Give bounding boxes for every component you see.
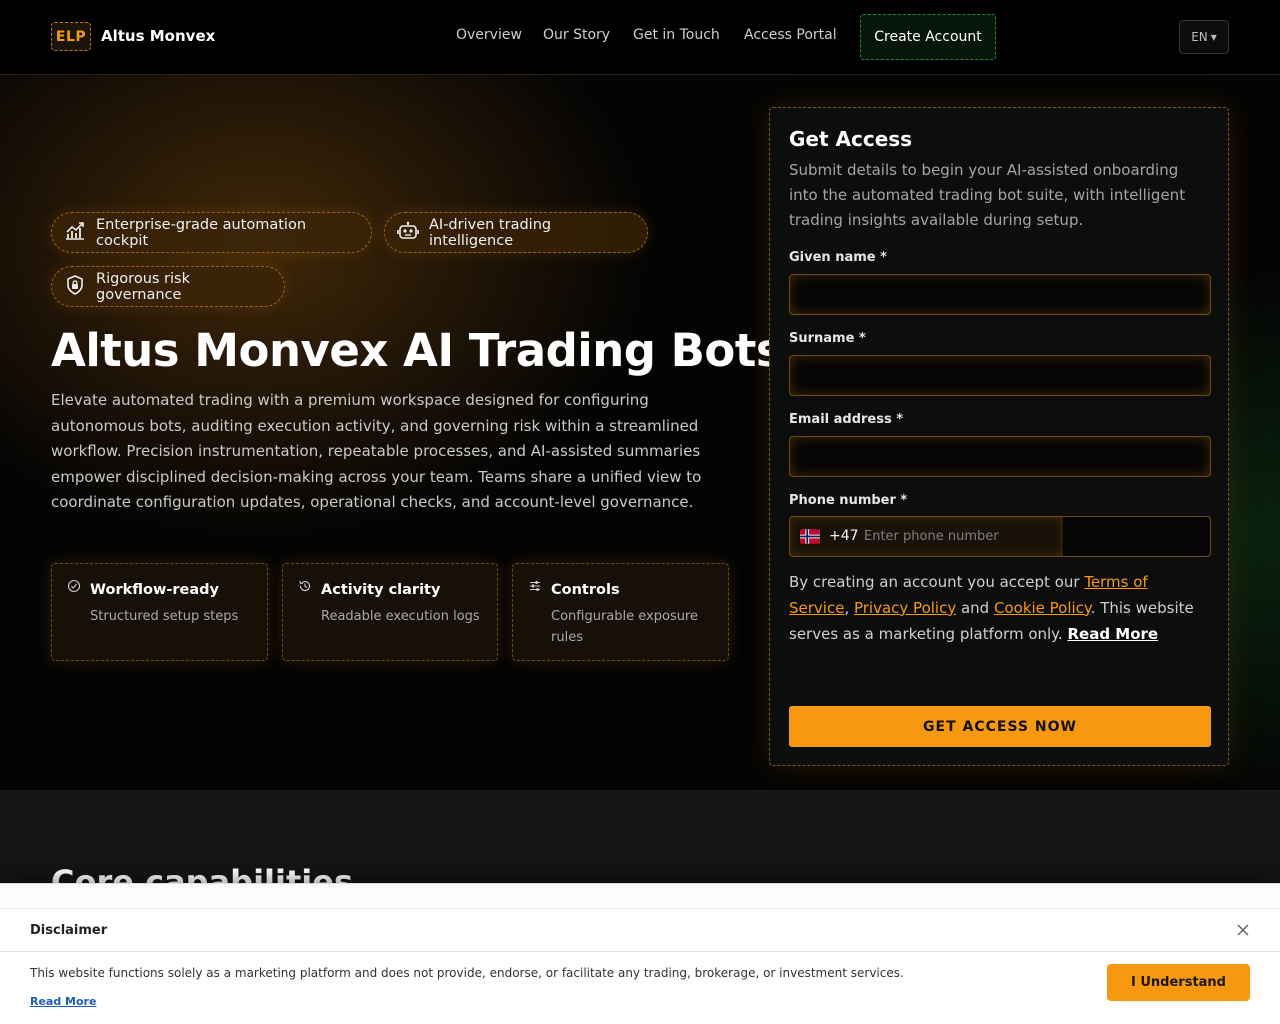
site-header: ELP Altus Monvex Overview Our Story Get … <box>0 0 1280 75</box>
feature-card-activity: Activity clarity Readable execution logs <box>282 563 498 661</box>
hero-section: Enterprise-grade automation cockpit AI-d… <box>0 75 1280 791</box>
feature-subtitle: Configurable exposure rules <box>551 609 698 645</box>
pill-automation-cockpit: Enterprise-grade automation cockpit <box>51 212 372 253</box>
phone-country-code[interactable]: +47 <box>829 528 859 544</box>
get-access-button[interactable]: GET ACCESS NOW <box>789 706 1211 747</box>
pill-label: AI-driven trading intelligence <box>429 216 552 249</box>
create-account-button[interactable]: Create Account <box>860 14 996 60</box>
shield-lock-icon <box>64 274 86 299</box>
language-label: EN <box>1191 30 1208 44</box>
surname-label: Surname * <box>789 331 866 346</box>
nav-overview[interactable]: Overview <box>456 27 522 43</box>
disclaimer-text: This website functions solely as a marke… <box>30 966 904 980</box>
phone-field-wrapper: +47 <box>789 516 1211 557</box>
form-description: Submit details to begin your AI-assisted… <box>789 161 1186 229</box>
phone-label: Phone number * <box>789 493 908 508</box>
feature-subtitle: Readable execution logs <box>321 609 480 624</box>
given-name-label: Given name * <box>789 250 887 265</box>
cookie-policy-link[interactable]: Cookie Policy <box>994 599 1091 617</box>
feature-title: Controls <box>551 582 620 598</box>
terms-read-more-link[interactable]: Read More <box>1067 625 1158 643</box>
nav-access-portal[interactable]: Access Portal <box>744 27 837 43</box>
pill-risk-governance: Rigorous risk governance <box>51 266 285 307</box>
hero-description: Elevate automated trading with a premium… <box>51 391 702 512</box>
surname-field[interactable] <box>789 355 1211 396</box>
chevron-down-icon: ▾ <box>1210 30 1217 44</box>
robot-icon <box>397 221 419 245</box>
check-circle-icon <box>67 578 81 597</box>
privacy-policy-link[interactable]: Privacy Policy <box>854 599 956 617</box>
nav-get-in-touch[interactable]: Get in Touch <box>633 27 720 43</box>
feature-subtitle: Structured setup steps <box>90 609 239 624</box>
disclaimer-top-strip <box>0 884 1280 909</box>
brand-name[interactable]: Altus Monvex <box>101 27 215 45</box>
sliders-icon <box>528 578 542 597</box>
pill-ai-intelligence: AI-driven trading intelligence <box>384 212 648 253</box>
i-understand-button[interactable]: I Understand <box>1107 964 1250 1001</box>
disclaimer-read-more-link[interactable]: Read More <box>30 995 96 1008</box>
language-selector[interactable]: EN ▾ <box>1179 20 1229 54</box>
disclaimer-header: Disclaimer <box>0 909 1280 952</box>
disclaimer-title: Disclaimer <box>30 923 108 938</box>
terms-notice: By creating an account you accept our Te… <box>789 570 1209 647</box>
disclaimer-banner: Disclaimer This website functions solely… <box>0 883 1280 1024</box>
history-icon <box>298 578 312 597</box>
form-title: Get Access <box>789 127 913 151</box>
close-icon[interactable] <box>1233 920 1253 940</box>
terms-and: and <box>956 598 994 617</box>
feature-title: Activity clarity <box>321 582 441 598</box>
email-field[interactable] <box>789 436 1211 477</box>
chart-line-icon <box>64 221 86 245</box>
terms-prefix: By creating an account you accept our <box>789 573 1085 591</box>
email-label: Email address * <box>789 412 904 427</box>
get-access-form: Get Access Submit details to begin your … <box>769 107 1229 766</box>
phone-number-field[interactable] <box>864 517 1054 556</box>
given-name-field[interactable] <box>789 274 1211 315</box>
pill-label: Enterprise-grade automation cockpit <box>96 216 307 249</box>
feature-title: Workflow-ready <box>90 582 219 598</box>
hero-title: Altus Monvex AI Trading Bots <box>51 324 783 377</box>
norway-flag-icon[interactable] <box>800 529 820 544</box>
terms-separator: , <box>844 598 854 617</box>
feature-card-workflow: Workflow-ready Structured setup steps <box>51 563 268 661</box>
nav-our-story[interactable]: Our Story <box>543 27 610 43</box>
logo-badge[interactable]: ELP <box>51 22 91 51</box>
feature-card-controls: Controls Configurable exposure rules <box>512 563 729 661</box>
pill-label: Rigorous risk governance <box>96 270 190 303</box>
